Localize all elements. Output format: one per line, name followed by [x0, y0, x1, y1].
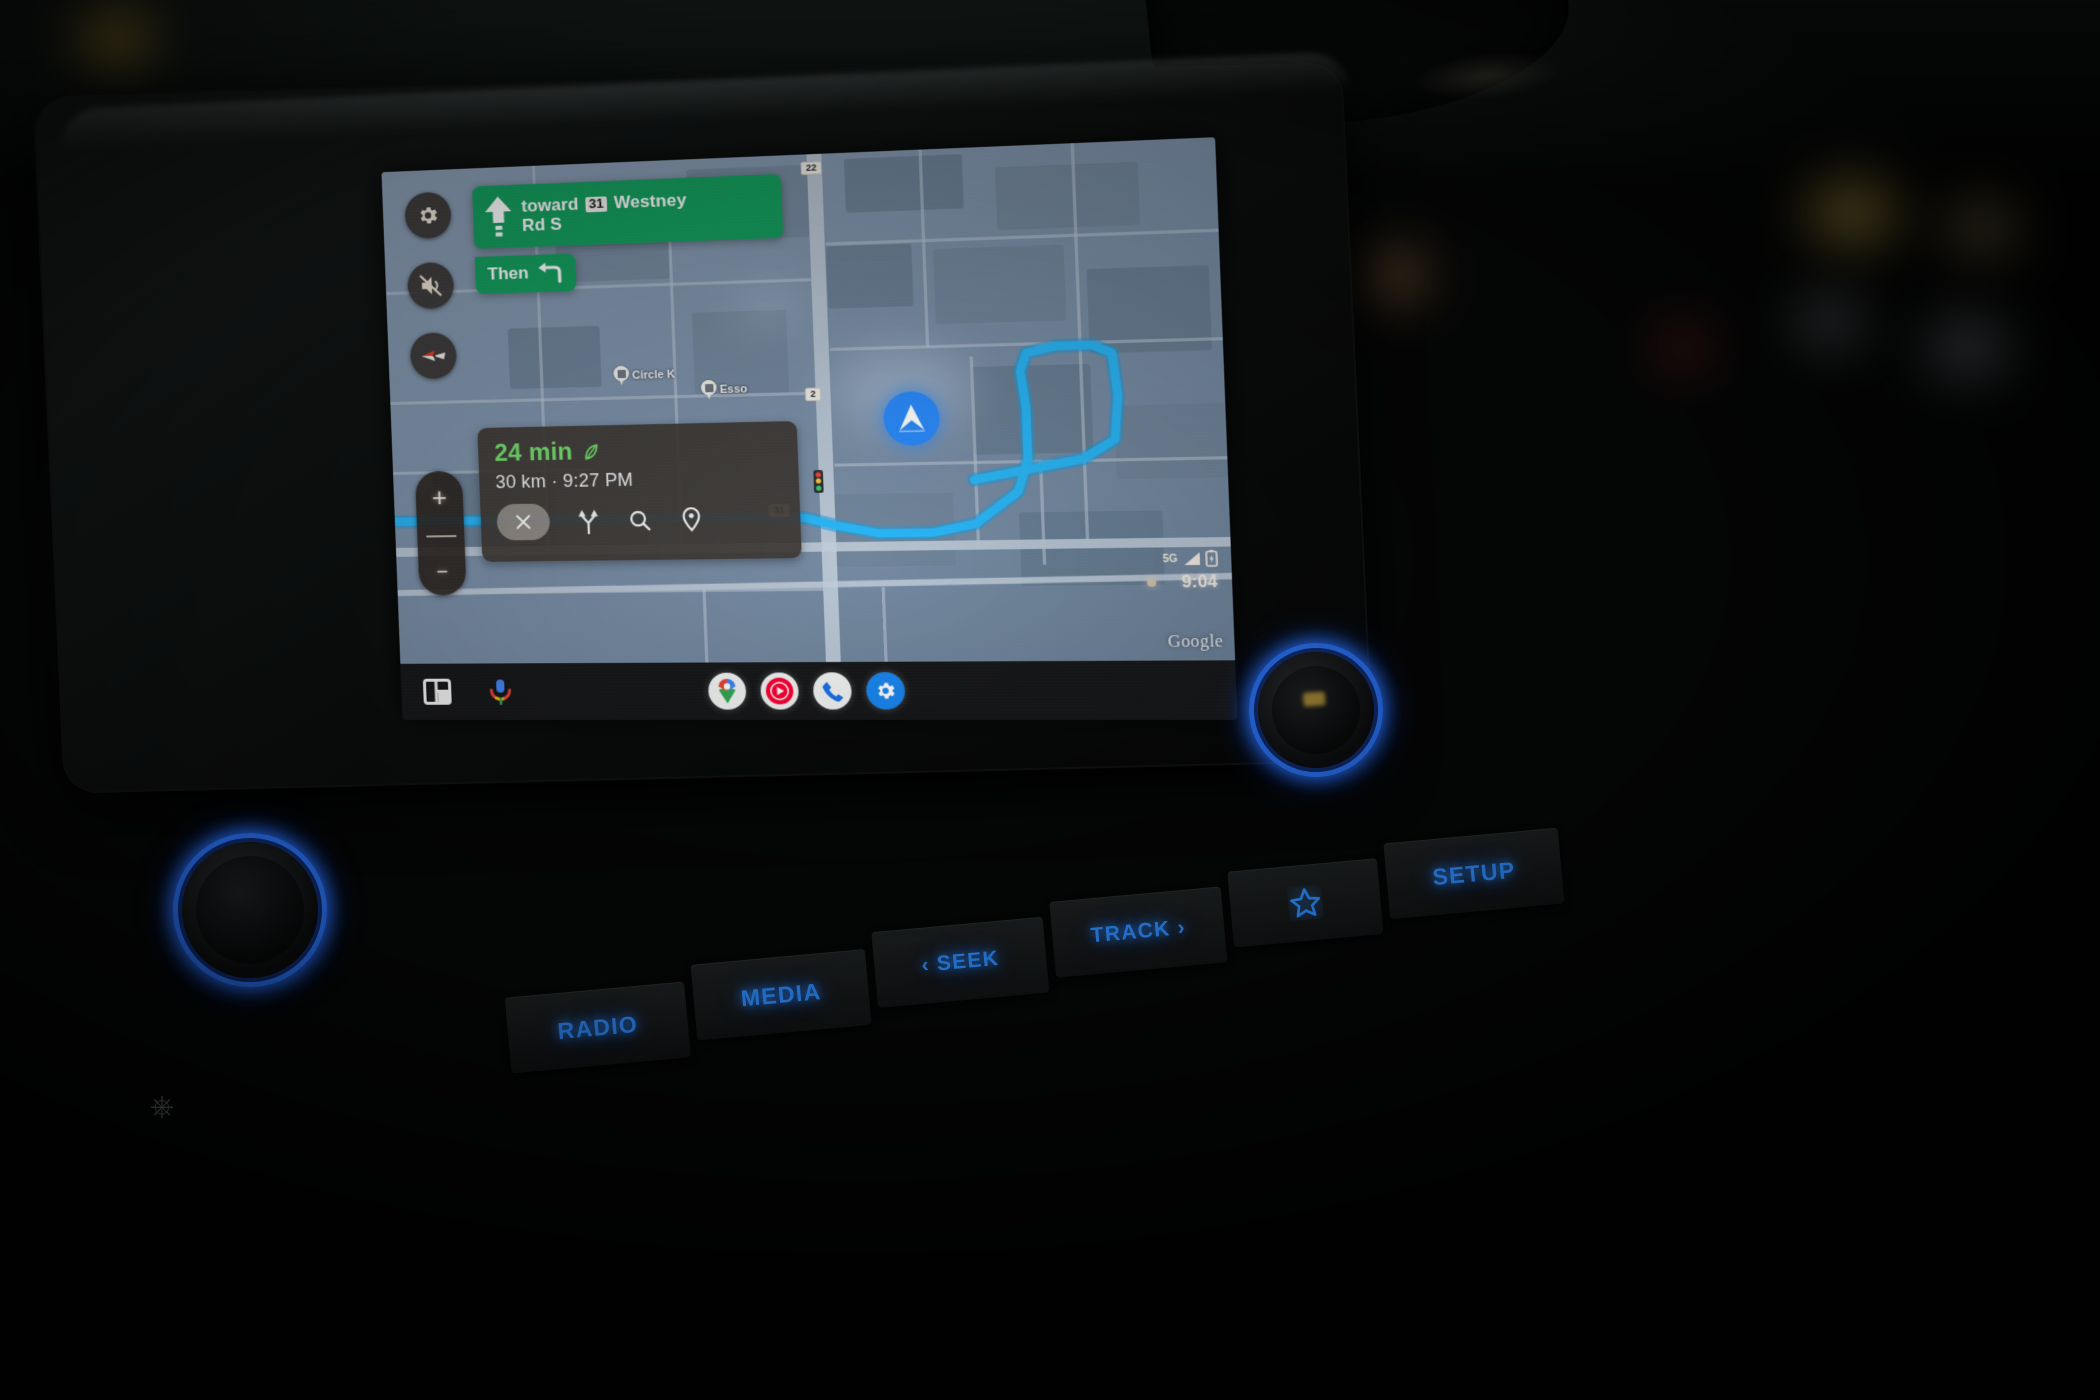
- app-youtube-music[interactable]: [759, 672, 800, 710]
- favorites-star-button[interactable]: [1227, 858, 1384, 948]
- navigation-instruction-banner[interactable]: toward 31 Westney Rd S: [472, 174, 784, 249]
- poi-label: Circle K: [631, 368, 676, 382]
- turn-left-arrow-icon: [537, 262, 563, 284]
- alternate-routes-button[interactable]: [576, 508, 602, 535]
- network-type-label: 5G: [1162, 553, 1178, 565]
- ambient-light: [1800, 300, 1862, 340]
- knob-cap: [196, 856, 304, 964]
- google-attribution: Google: [1167, 632, 1224, 652]
- battery-icon: [1205, 550, 1218, 567]
- nav-prefix: toward: [520, 194, 579, 216]
- power-volume-knob[interactable]: [173, 833, 327, 987]
- map-zoom-controls[interactable]: + −: [414, 470, 467, 596]
- seek-back-button[interactable]: ‹ SEEK: [871, 916, 1050, 1008]
- then-instruction-banner[interactable]: Then: [474, 253, 577, 295]
- inline-road-shield: 31: [585, 195, 608, 212]
- signal-bars-icon: [1183, 552, 1201, 566]
- traffic-light-icon: [813, 470, 824, 493]
- nav-suffix-2: Rd S: [521, 214, 563, 236]
- ambient-light: [1370, 255, 1424, 295]
- gear-icon: [420, 206, 438, 224]
- ambient-light: [1950, 200, 2020, 250]
- compass-icon: [421, 350, 446, 362]
- track-forward-button[interactable]: TRACK ›: [1049, 886, 1228, 978]
- radio-button-label: RADIO: [556, 1010, 640, 1044]
- then-label: Then: [487, 263, 529, 284]
- status-bar: 5G 9:04: [1124, 546, 1229, 608]
- gas-station-pin-icon: [613, 365, 630, 386]
- volume-muted-icon: [417, 272, 444, 299]
- gear-icon: [878, 683, 895, 699]
- road-shield: 22: [800, 160, 823, 176]
- poi-label: Esso: [719, 382, 748, 396]
- road-shield: 2: [804, 387, 822, 402]
- close-navigation-button[interactable]: [496, 503, 551, 541]
- straight-arrow-icon: [480, 194, 516, 240]
- notification-dot-icon: [1147, 578, 1157, 587]
- tune-knob[interactable]: [1244, 638, 1388, 782]
- navigation-instruction-text: toward 31 Westney Rd S: [521, 190, 688, 235]
- infotainment-screen[interactable]: 22 2 31 Circle K: [381, 137, 1238, 720]
- divider: [425, 535, 456, 538]
- poi-esso[interactable]: Esso: [700, 379, 748, 400]
- app-settings[interactable]: [865, 672, 906, 710]
- google-maps-pin-icon: [717, 678, 737, 704]
- ambient-light: [1930, 320, 2010, 372]
- media-button[interactable]: MEDIA: [690, 948, 872, 1041]
- setup-button[interactable]: SETUP: [1383, 827, 1565, 920]
- seek-back-button-label: ‹ SEEK: [920, 946, 1001, 977]
- assistant-button[interactable]: [487, 677, 514, 705]
- destination-pin-button[interactable]: [678, 506, 704, 533]
- power-icon: ⎈: [150, 1090, 174, 1123]
- eta-distance-arrival: 30 km · 9:27 PM: [495, 469, 634, 493]
- track-forward-button-label: TRACK ›: [1089, 915, 1187, 948]
- poi-circle-k[interactable]: Circle K: [613, 364, 675, 385]
- search-along-route-button[interactable]: [627, 508, 653, 533]
- eta-duration: 24 min: [493, 438, 574, 468]
- split-screen-button[interactable]: [423, 679, 452, 705]
- ambient-light: [1660, 330, 1708, 364]
- app-google-maps[interactable]: [707, 672, 747, 710]
- eta-card[interactable]: 24 min 30 km · 9:27 PM: [477, 421, 802, 562]
- star-icon: [1290, 888, 1320, 918]
- app-phone[interactable]: [812, 672, 853, 710]
- setup-button-label: SETUP: [1431, 856, 1517, 890]
- media-button-label: MEDIA: [739, 977, 823, 1011]
- ambient-light: [1810, 180, 1900, 240]
- night-car-interior-scene: 22 2 31 Circle K: [0, 0, 2100, 1400]
- status-time: 9:04: [1181, 573, 1218, 592]
- knob-indicator-light: [1302, 691, 1326, 707]
- nav-suffix-1: Westney: [613, 190, 687, 213]
- eco-leaf-icon: [581, 442, 602, 463]
- hardware-button-row: RADIO MEDIA ‹ SEEK TRACK › SETUP: [500, 827, 1727, 1075]
- zoom-out-button[interactable]: −: [436, 562, 449, 584]
- youtube-music-icon: [765, 677, 794, 705]
- gas-station-pin-icon: [700, 379, 717, 400]
- close-x-icon: [513, 512, 534, 532]
- radio-button[interactable]: RADIO: [504, 981, 691, 1074]
- phone-handset-icon: [822, 681, 844, 702]
- zoom-in-button[interactable]: +: [431, 482, 447, 512]
- android-auto-bottom-bar[interactable]: [400, 660, 1238, 720]
